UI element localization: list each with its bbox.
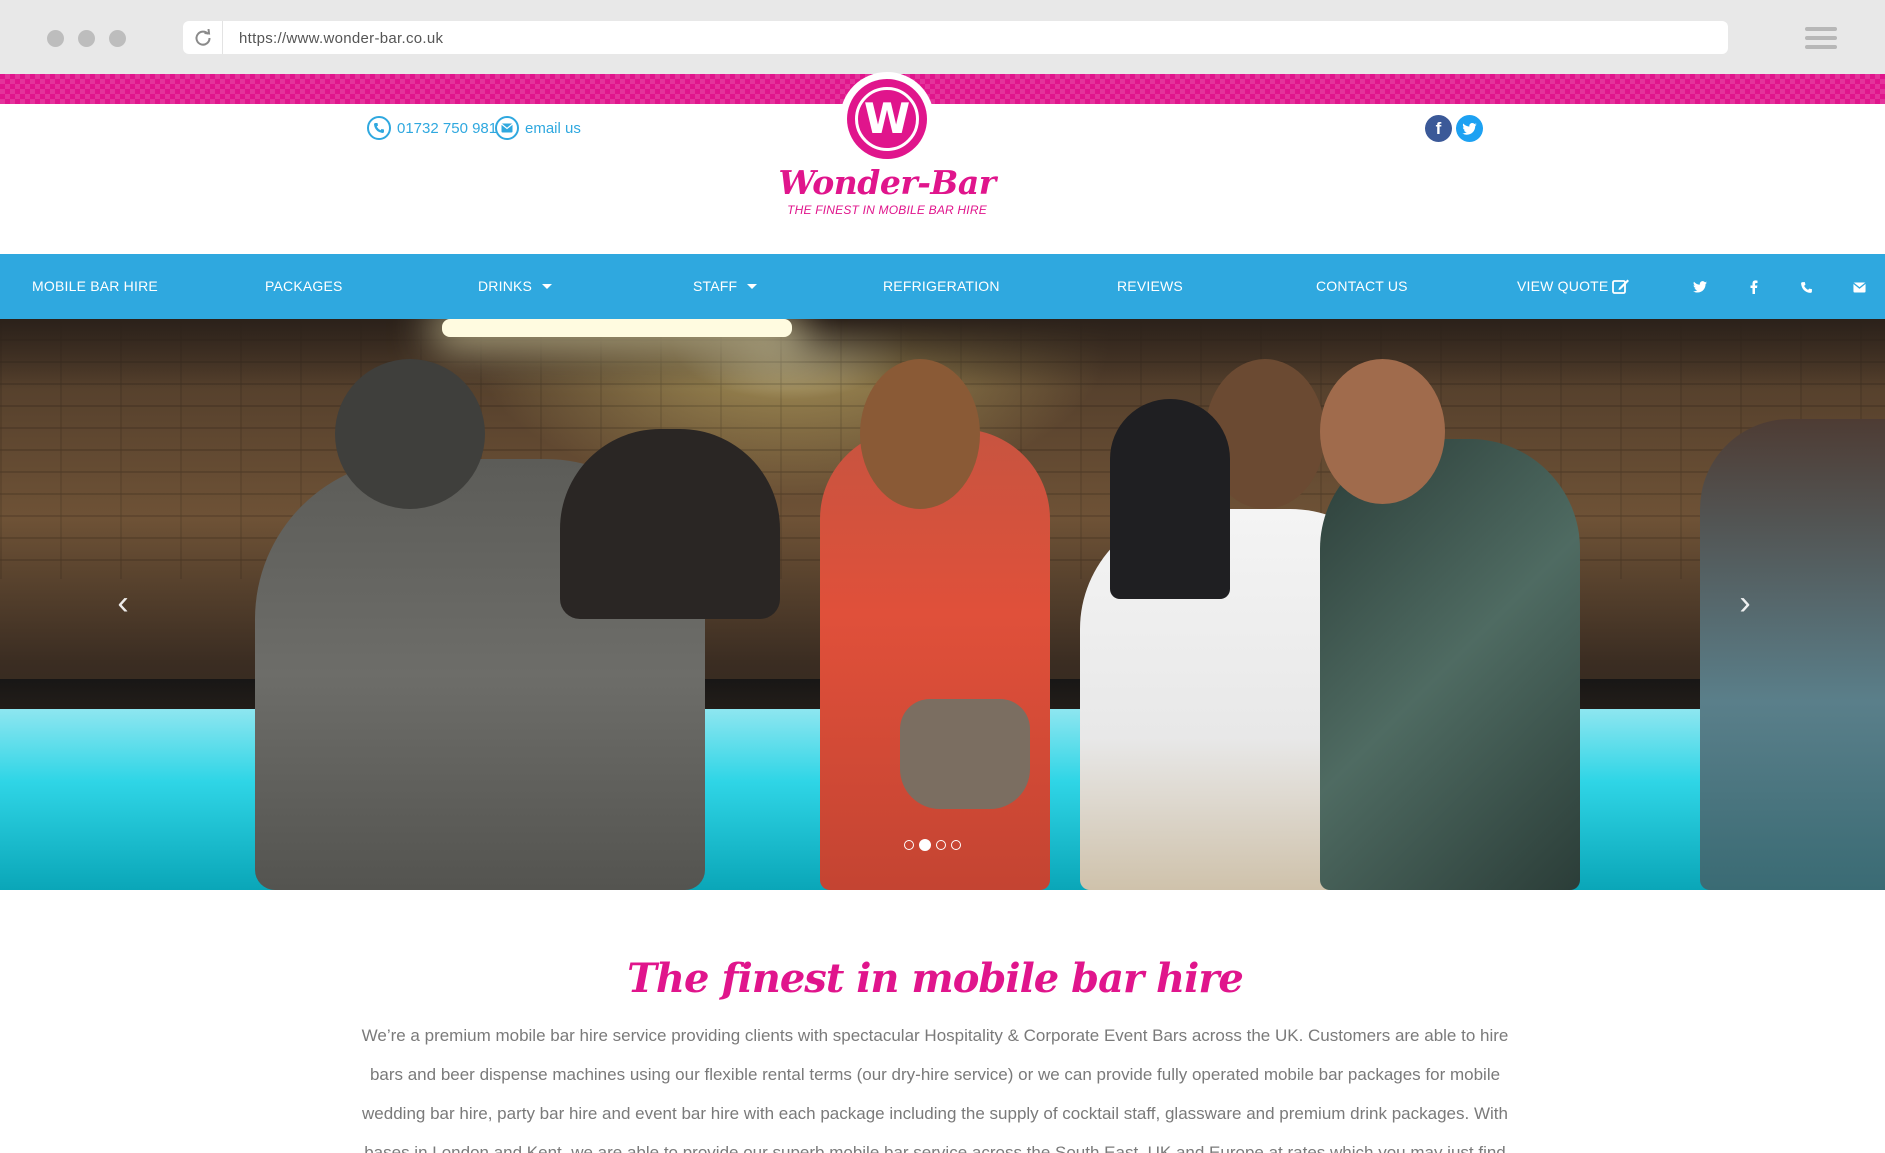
main-nav: MOBILE BAR HIRE PACKAGES DRINKS STAFF RE… (0, 254, 1885, 319)
browser-menu-icon[interactable] (1805, 27, 1837, 49)
nav-label: VIEW QUOTE (1517, 278, 1609, 294)
logo-letter: W (855, 87, 919, 151)
carousel-indicator[interactable] (904, 840, 914, 850)
nav-label: STAFF (693, 278, 738, 294)
nav-drinks[interactable]: DRINKS (478, 278, 553, 294)
header-email[interactable]: email us (495, 115, 581, 141)
nav-label: REFRIGERATION (883, 278, 1000, 294)
nav-contact-us[interactable]: CONTACT US (1316, 278, 1408, 294)
guest-head (860, 359, 980, 509)
facebook-glyph: f (1435, 118, 1442, 138)
address-bar[interactable]: https://www.wonder-bar.co.uk (183, 21, 1728, 54)
phone-number: 01732 750 981 (397, 119, 498, 137)
carousel-next-icon[interactable]: › (1730, 586, 1760, 620)
carousel-indicator[interactable] (951, 840, 961, 850)
nav-staff[interactable]: STAFF (693, 278, 758, 294)
nav-packages[interactable]: PACKAGES (265, 278, 343, 294)
intro-paragraph: We’re a premium mobile bar hire service … (361, 1026, 1509, 1153)
guest-handbag (900, 699, 1030, 809)
carousel-indicators (904, 839, 966, 851)
facebook-icon[interactable]: f (1425, 115, 1452, 142)
email-link: email us (525, 119, 581, 137)
intro-heading: The finest in mobile bar hire (627, 955, 1244, 1002)
carousel-indicator-active[interactable] (919, 839, 931, 851)
logo-circle: W (847, 79, 927, 159)
carousel-indicator[interactable] (936, 840, 946, 850)
caret-down-icon (542, 283, 553, 289)
facebook-icon[interactable] (1744, 277, 1764, 297)
edit-icon (1612, 279, 1630, 294)
twitter-icon[interactable] (1456, 115, 1483, 142)
twitter-icon[interactable] (1690, 277, 1710, 297)
carousel-prev-icon[interactable]: ‹ (108, 586, 138, 620)
guest-head (335, 359, 485, 509)
phone-icon (367, 116, 391, 140)
browser-chrome: https://www.wonder-bar.co.uk (0, 0, 1885, 74)
window-minimize-dot[interactable] (78, 30, 95, 47)
window-maximize-dot[interactable] (109, 30, 126, 47)
hero-lamp (442, 319, 792, 337)
nav-label: DRINKS (478, 278, 533, 294)
guest-figure (1320, 439, 1580, 890)
envelope-icon (495, 116, 519, 140)
nav-view-quote[interactable]: VIEW QUOTE (1517, 278, 1630, 294)
nav-mobile-bar-hire[interactable]: MOBILE BAR HIRE (32, 278, 158, 294)
envelope-icon[interactable] (1849, 277, 1869, 297)
reload-icon[interactable] (183, 21, 223, 54)
brand-tagline: THE FINEST IN MOBILE BAR HIRE (787, 203, 987, 217)
caret-down-icon (747, 283, 758, 289)
guest-figure (1110, 399, 1230, 599)
header-phone[interactable]: 01732 750 981 (367, 115, 497, 141)
logo-badge[interactable]: W (840, 72, 934, 166)
guest-head (1320, 359, 1445, 504)
url-text: https://www.wonder-bar.co.uk (239, 30, 444, 47)
nav-refrigeration[interactable]: REFRIGERATION (883, 278, 1000, 294)
guest-figure (1700, 419, 1885, 890)
brand-name[interactable]: Wonder-Bar (770, 163, 1004, 202)
phone-icon[interactable] (1796, 277, 1816, 297)
nav-reviews[interactable]: REVIEWS (1117, 278, 1183, 294)
bartender-figure (560, 429, 780, 619)
nav-label: PACKAGES (265, 278, 343, 294)
nav-label: CONTACT US (1316, 278, 1408, 294)
nav-label: REVIEWS (1117, 278, 1183, 294)
pattern-strip (0, 74, 1885, 104)
window-close-dot[interactable] (47, 30, 64, 47)
hero-carousel-image (0, 319, 1885, 890)
nav-label: MOBILE BAR HIRE (32, 278, 158, 294)
